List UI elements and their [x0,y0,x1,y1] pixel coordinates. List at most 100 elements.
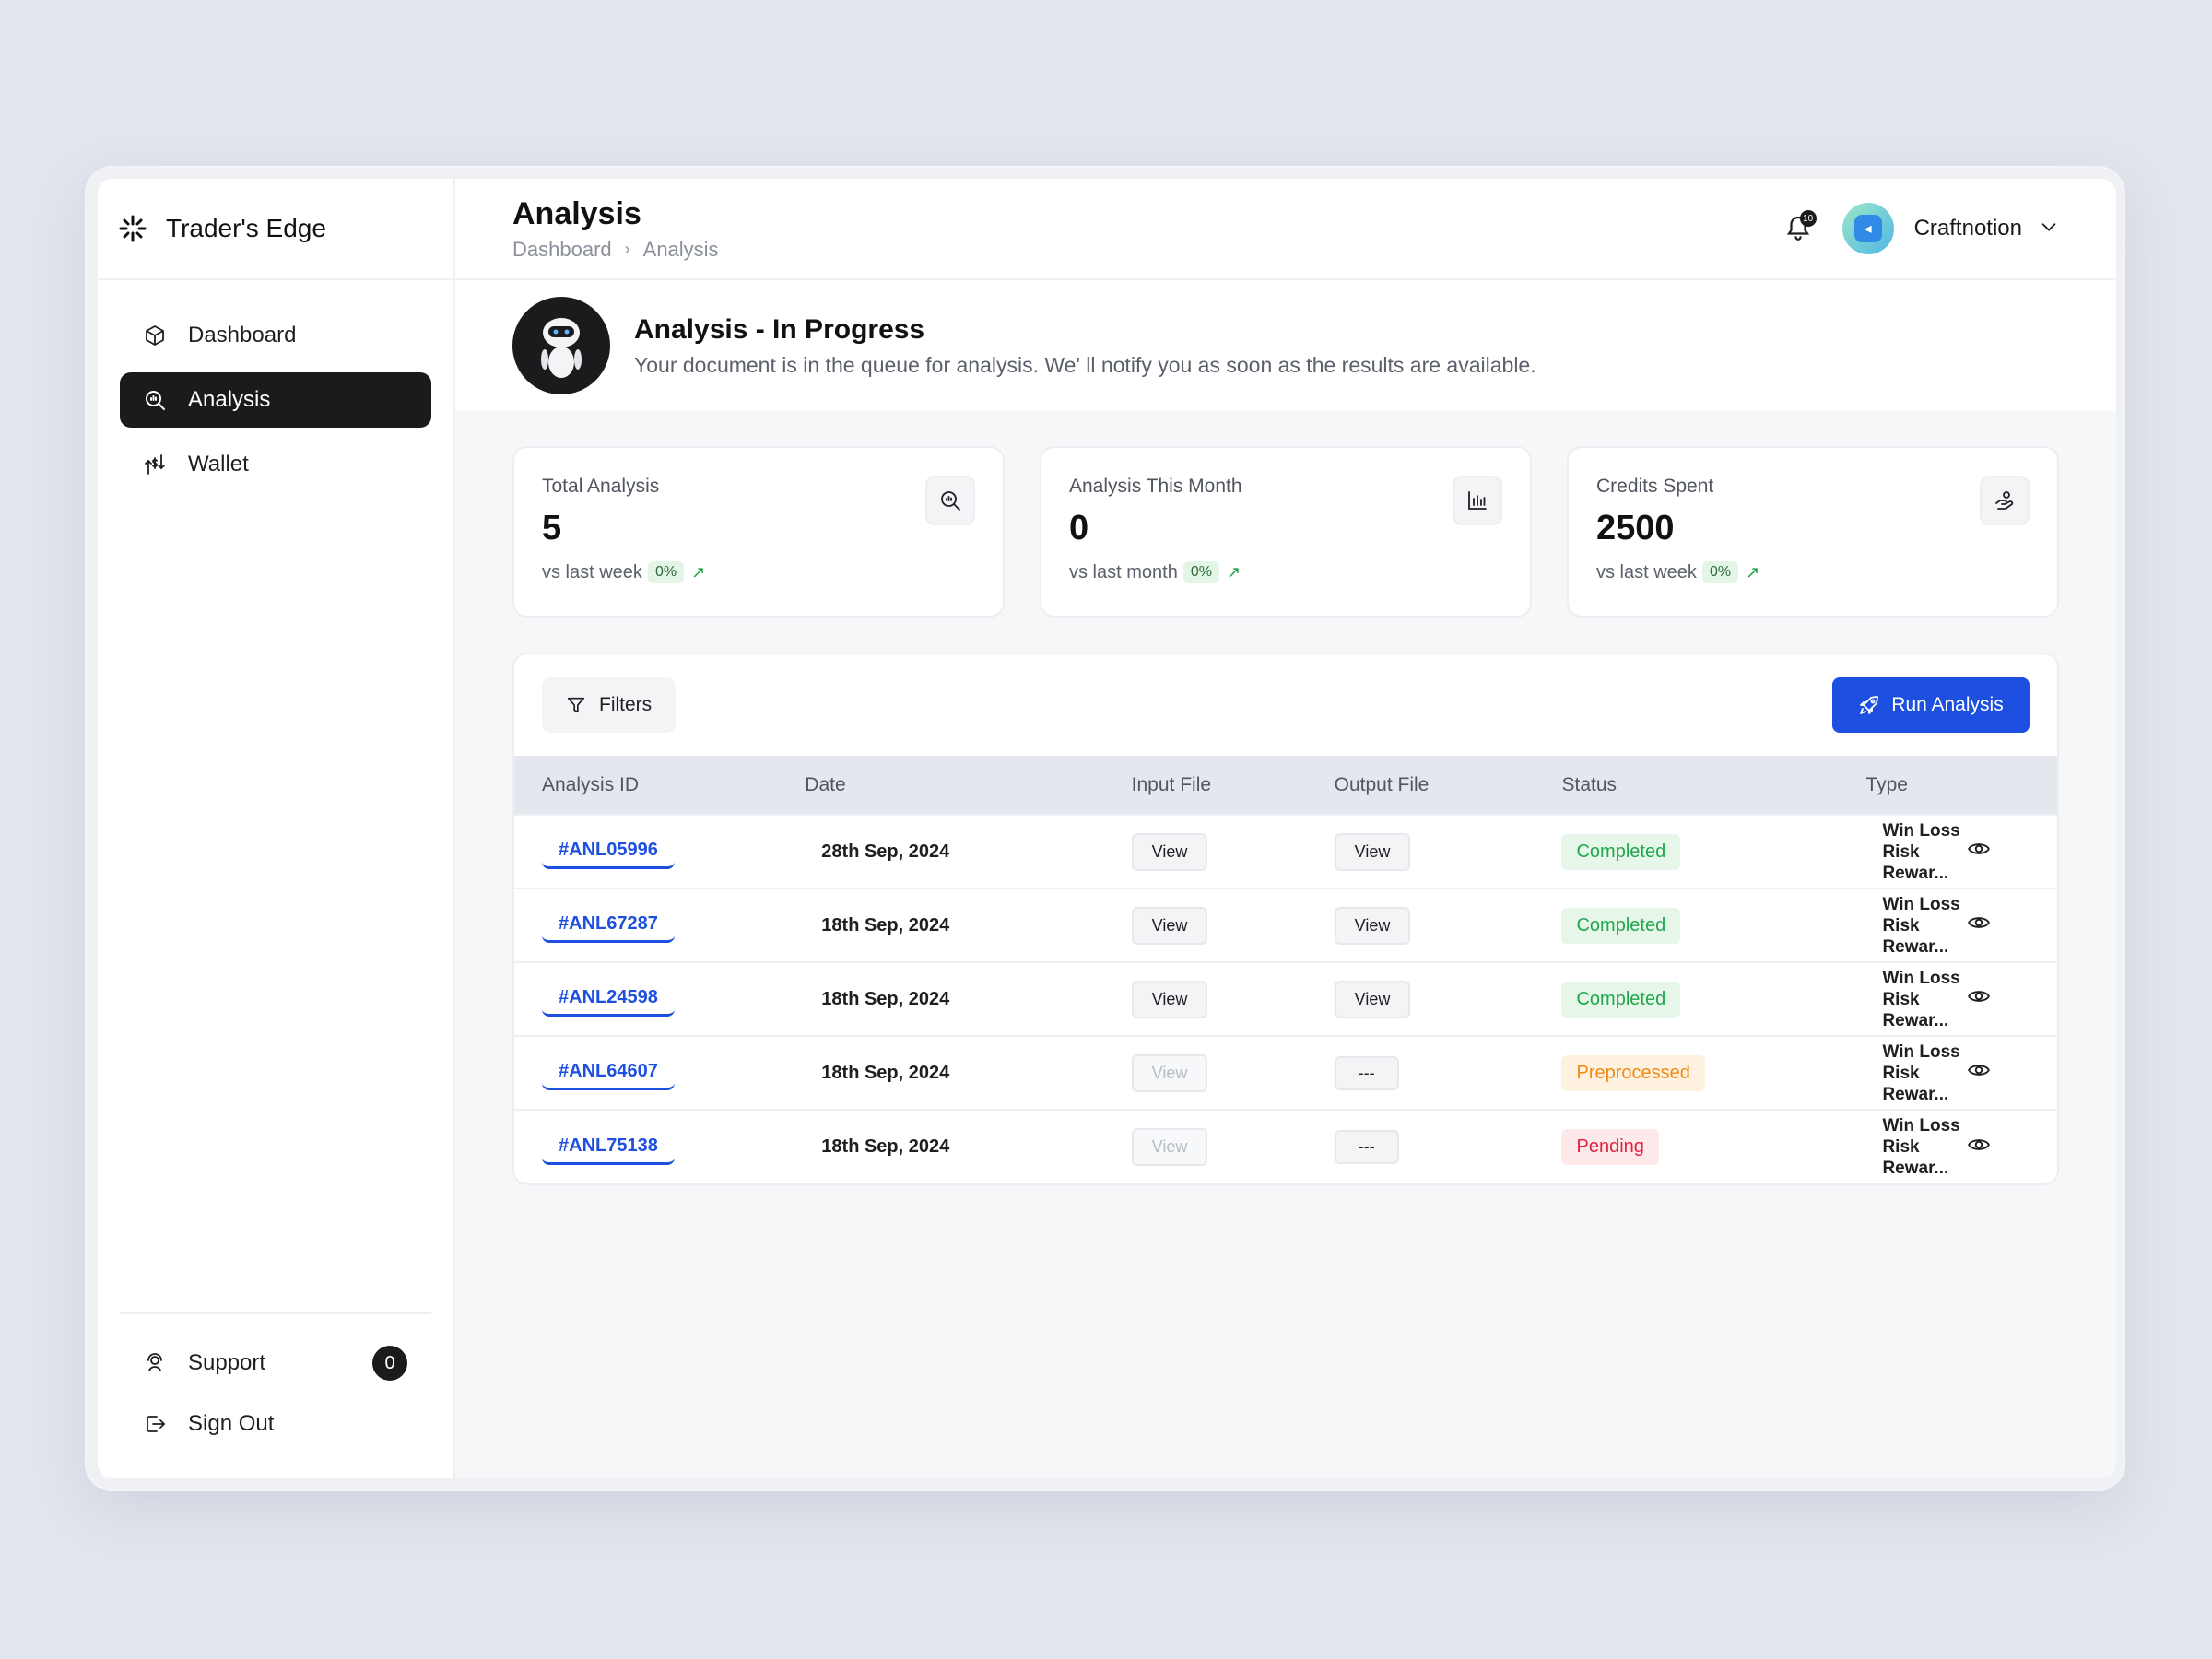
sign-out-icon [142,1411,168,1437]
output-file-view-button[interactable]: View [1334,906,1411,945]
table-header-row: Analysis ID Date Input File Output File … [514,756,2057,815]
avatar-logo-icon: ◂ [1853,215,1882,242]
filters-button[interactable]: Filters [542,677,677,733]
input-file-view-button: View [1131,1128,1208,1166]
column-header-status[interactable]: Status [1561,756,1865,815]
output-file-view-button[interactable]: View [1334,832,1411,871]
analysis-id-link[interactable]: #ANL64607 [542,1055,675,1090]
sidebar: Trader's Edge Dashboard Analysis Wallet … [98,179,455,1478]
app-window: Trader's Edge Dashboard Analysis Wallet … [98,179,2116,1478]
analysis-id-link[interactable]: #ANL24598 [542,982,675,1017]
change-badge: 0% [1701,561,1739,583]
breadcrumb-item-analysis: Analysis [642,237,719,261]
eye-icon[interactable] [1967,837,1991,861]
arrow-up-right-icon: ↗ [691,562,706,582]
input-file-view-button[interactable]: View [1131,980,1208,1018]
support-count-badge: 0 [372,1346,407,1381]
main-content: Analysis Dashboard › Analysis 10 ◂ Craft… [455,179,2116,1478]
sidebar-footer: Support 0 Sign Out [120,1312,431,1478]
change-badge: 0% [647,561,685,583]
brand-name: Trader's Edge [166,214,326,242]
column-header-analysis-id[interactable]: Analysis ID [514,756,805,815]
status-badge: Preprocessed [1561,1054,1705,1091]
table-row: #ANL24598 18th Sep, 2024 View View Compl… [514,962,2057,1036]
card-value: 5 [542,509,562,547]
eye-icon[interactable] [1967,1133,1991,1157]
bar-chart-icon[interactable] [1453,476,1502,525]
analysis-type: Win Loss Risk Rewar... [1882,820,1960,883]
card-foot: vs last week 0% ↗ [542,561,975,583]
brand[interactable]: Trader's Edge [98,179,453,280]
sidebar-item-analysis[interactable]: Analysis [120,372,431,428]
card-foot: vs last week 0% ↗ [1596,561,2030,583]
analysis-id-link[interactable]: #ANL05996 [542,834,675,869]
analysis-date: 18th Sep, 2024 [821,988,950,1009]
breadcrumb: Dashboard › Analysis [512,238,1780,262]
analysis-type: Win Loss Risk Rewar... [1882,894,1960,957]
rocket-icon [1858,694,1880,716]
input-file-view-button[interactable]: View [1131,832,1208,871]
robot-icon [512,297,610,394]
output-file-view-button[interactable]: View [1334,980,1411,1018]
eye-icon[interactable] [1967,984,1991,1008]
column-header-date[interactable]: Date [805,756,1131,815]
sidebar-item-label: Dashboard [188,323,297,347]
analysis-type: Win Loss Risk Rewar... [1882,968,1960,1030]
sidebar-item-support[interactable]: Support 0 [120,1333,431,1394]
input-file-view-button[interactable]: View [1131,906,1208,945]
card-label: Analysis This Month [1069,476,1242,497]
sidebar-nav: Dashboard Analysis Wallet [98,280,453,492]
status-banner: Analysis - In Progress Your document is … [455,280,2116,411]
status-badge: Completed [1561,833,1681,870]
card-foot: vs last month 0% ↗ [1069,561,1502,583]
card-foot-text: vs last week [542,561,642,582]
hand-coin-icon[interactable] [1980,476,2030,525]
analysis-date: 28th Sep, 2024 [821,841,950,862]
user-name[interactable]: Craftnotion [1914,216,2022,241]
sidebar-item-label: Wallet [188,452,249,477]
eye-icon[interactable] [1967,911,1991,935]
sidebar-item-label: Analysis [188,387,271,412]
sidebar-item-sign-out[interactable]: Sign Out [120,1394,431,1454]
eye-icon[interactable] [1967,1058,1991,1082]
analysis-table-card: Filters Run Analysis Analysis ID Date In… [512,653,2059,1185]
card-label: Total Analysis [542,476,660,497]
banner-title: Analysis - In Progress [634,313,925,345]
notifications-button[interactable]: 10 [1780,210,1817,247]
analysis-type: Win Loss Risk Rewar... [1882,1116,1960,1178]
analysis-date: 18th Sep, 2024 [821,1062,950,1083]
column-header-output-file[interactable]: Output File [1335,756,1562,815]
table-row: #ANL75138 18th Sep, 2024 View --- Pendin… [514,1110,2057,1183]
avatar[interactable]: ◂ [1841,203,1894,254]
analysis-date: 18th Sep, 2024 [821,914,950,935]
column-header-type[interactable]: Type [1865,756,1967,815]
analysis-date: 18th Sep, 2024 [821,1136,950,1157]
arrow-up-right-icon: ↗ [1746,562,1760,582]
card-foot-text: vs last week [1596,561,1697,582]
banner-text: Your document is in the queue for analys… [634,352,1536,377]
table-toolbar: Filters Run Analysis [514,654,2057,756]
table-row: #ANL64607 18th Sep, 2024 View --- Prepro… [514,1036,2057,1110]
stats-cards: Total Analysis 5 vs last week 0% ↗ Analy… [455,411,2116,618]
status-badge: Pending [1561,1129,1659,1165]
notification-count-badge: 10 [1799,210,1817,227]
sidebar-item-wallet[interactable]: Wallet [120,437,431,492]
analysis-id-link[interactable]: #ANL75138 [542,1130,675,1165]
sidebar-item-dashboard[interactable]: Dashboard [120,308,431,363]
column-header-input-file[interactable]: Input File [1132,756,1335,815]
chevron-right-icon: › [624,240,630,258]
breadcrumb-item-dashboard[interactable]: Dashboard [512,238,612,262]
chevron-down-icon[interactable] [2039,217,2059,241]
page-title: Analysis [512,195,641,231]
run-analysis-button[interactable]: Run Analysis [1832,677,2030,733]
card-label: Credits Spent [1596,476,1714,497]
filters-label: Filters [599,694,653,715]
sparkle-logo-icon [118,214,147,243]
analysis-id-link[interactable]: #ANL67287 [542,908,675,943]
change-badge: 0% [1182,561,1219,583]
stat-card-credits-spent: Credits Spent 2500 vs last week 0% ↗ [1567,446,2059,618]
card-value: 0 [1069,509,1089,547]
topbar: Analysis Dashboard › Analysis 10 ◂ Craft… [455,179,2116,280]
search-chart-icon[interactable] [925,476,975,525]
support-icon [142,1350,168,1376]
